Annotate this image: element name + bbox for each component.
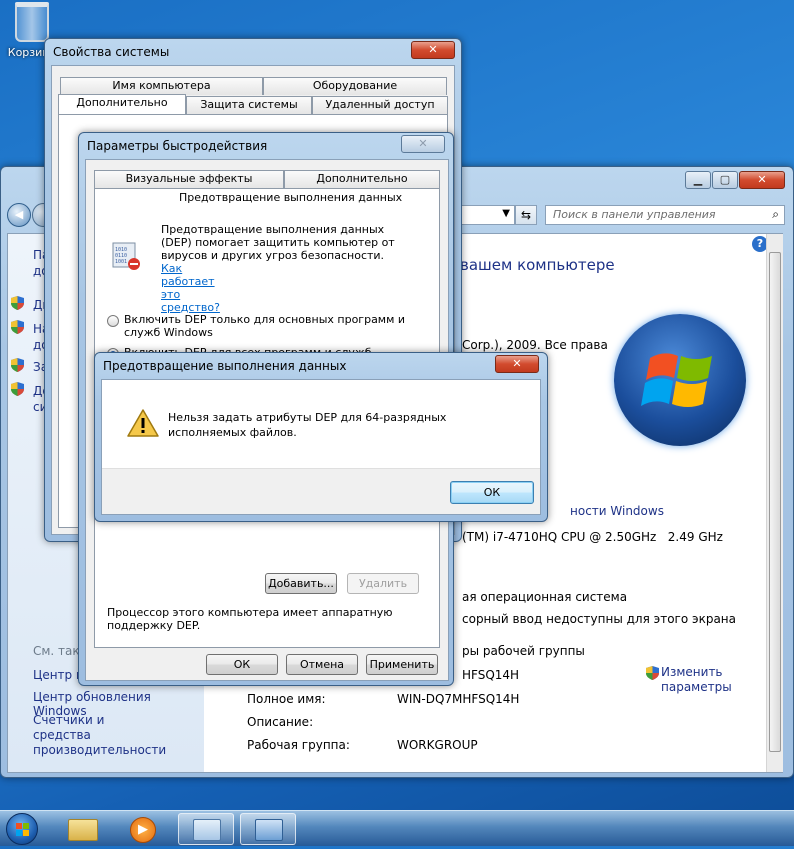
dep-icon: 1010 0110 1001 xyxy=(111,241,141,271)
control-panel-icon xyxy=(193,819,221,841)
page-heading: вашем компьютере xyxy=(460,256,615,274)
vertical-scrollbar[interactable] xyxy=(766,234,783,772)
svg-text:1001: 1001 xyxy=(115,259,127,265)
ok-button[interactable]: ОК xyxy=(450,481,534,504)
how-it-works-link[interactable]: Как работает это средство? xyxy=(161,262,231,314)
full-name-value: WIN-DQ7MHFSQ14H xyxy=(397,692,520,706)
description-label: Описание: xyxy=(247,715,314,729)
search-icon[interactable]: ⌕ xyxy=(772,207,779,222)
pen-touch-value: сорный ввод недоступны для этого экрана xyxy=(462,612,737,626)
shield-icon xyxy=(646,666,659,683)
system-properties-title: Свойства системы xyxy=(53,45,170,59)
minimize-button[interactable]: ▁ xyxy=(685,171,711,189)
taskbar-control-panel[interactable] xyxy=(178,813,234,845)
remove-button[interactable]: Удалить xyxy=(347,573,419,594)
add-button[interactable]: Добавить... xyxy=(265,573,337,594)
shield-icon xyxy=(11,382,24,399)
shield-icon xyxy=(11,320,24,337)
cancel-button[interactable]: Отмена xyxy=(286,654,358,675)
search-field[interactable]: Поиск в панели управления ⌕ xyxy=(545,205,785,225)
close-button[interactable]: ✕ xyxy=(401,135,445,153)
search-input[interactable]: Поиск в панели управления xyxy=(553,208,716,221)
tab-visual-effects[interactable]: Визуальные эффекты xyxy=(94,170,284,188)
chevron-down-icon[interactable]: ▼ xyxy=(502,208,510,219)
tab-computer-name[interactable]: Имя компьютера xyxy=(60,77,263,95)
workgroup-label: Рабочая группа: xyxy=(247,738,350,752)
workgroup-section-heading: ры рабочей группы xyxy=(462,644,585,658)
refresh-button[interactable]: ⇆ xyxy=(515,205,537,225)
full-name-label: Полное имя: xyxy=(247,692,326,706)
taskbar-explorer[interactable] xyxy=(56,813,112,845)
cpu-value: (TM) i7-4710HQ CPU @ 2.50GHz 2.49 GHz xyxy=(462,530,723,544)
dep-description: Предотвращение выполнения данных (DEP) п… xyxy=(161,223,395,262)
warning-icon xyxy=(126,408,160,438)
workgroup-value: WORKGROUP xyxy=(397,738,478,752)
system-properties-icon xyxy=(255,819,283,841)
scrollbar-thumb[interactable] xyxy=(769,252,781,752)
dep-dialog-title: Предотвращение выполнения данных xyxy=(103,359,347,373)
change-settings-link[interactable]: Изменить параметры xyxy=(661,665,741,695)
hardware-support-note: Процессор этого компьютера имеет аппарат… xyxy=(107,606,393,632)
close-button[interactable]: ✕ xyxy=(495,355,539,373)
tab-system-protection[interactable]: Защита системы xyxy=(186,96,312,114)
dep-essential-radio[interactable] xyxy=(107,315,119,327)
close-button[interactable]: ✕ xyxy=(739,171,785,189)
dep-dialog-footer: ОК xyxy=(102,468,540,514)
shield-icon xyxy=(11,358,24,375)
apply-button[interactable]: Применить xyxy=(366,654,438,675)
windows-logo-icon xyxy=(614,314,746,446)
ok-button[interactable]: ОК xyxy=(206,654,278,675)
taskbar-system-properties[interactable] xyxy=(240,813,296,845)
tab-advanced[interactable]: Дополнительно xyxy=(284,170,440,188)
windows-orb-icon xyxy=(6,813,38,845)
computer-name-value: HFSQ14H xyxy=(462,668,520,682)
shield-icon xyxy=(11,296,24,313)
maximize-button[interactable]: ▢ xyxy=(712,171,738,189)
taskbar: ▶ xyxy=(0,810,794,846)
see-also-performance[interactable]: Счетчики и средства производительности xyxy=(33,713,166,758)
tab-advanced[interactable]: Дополнительно xyxy=(58,94,186,114)
os-type-value: ая операционная система xyxy=(462,590,628,604)
close-button[interactable]: ✕ xyxy=(411,41,455,59)
dep-error-dialog: Предотвращение выполнения данных ✕ Нельз… xyxy=(94,352,548,522)
recycle-bin-icon xyxy=(15,2,49,42)
folder-icon xyxy=(68,819,98,841)
media-player-icon: ▶ xyxy=(130,817,156,843)
back-button[interactable]: ◀ xyxy=(7,203,31,227)
dep-error-message: Нельзя задать атрибуты DEP для 64-разряд… xyxy=(168,411,447,439)
active-tab-label: Предотвращение выполнения данных xyxy=(175,191,407,204)
copyright-text: Corp.), 2009. Все права xyxy=(462,338,608,352)
start-button[interactable] xyxy=(2,811,42,847)
tab-hardware[interactable]: Оборудование xyxy=(263,77,447,95)
tab-remote[interactable]: Удаленный доступ xyxy=(312,96,448,114)
dep-dialog-client: Нельзя задать атрибуты DEP для 64-разряд… xyxy=(101,379,541,515)
dep-essential-label[interactable]: Включить DEP только для основных програм… xyxy=(124,313,424,339)
taskbar-media-player[interactable]: ▶ xyxy=(116,813,172,845)
performance-index-link[interactable]: ности Windows xyxy=(570,504,664,518)
performance-options-title: Параметры быстродействия xyxy=(87,139,268,153)
